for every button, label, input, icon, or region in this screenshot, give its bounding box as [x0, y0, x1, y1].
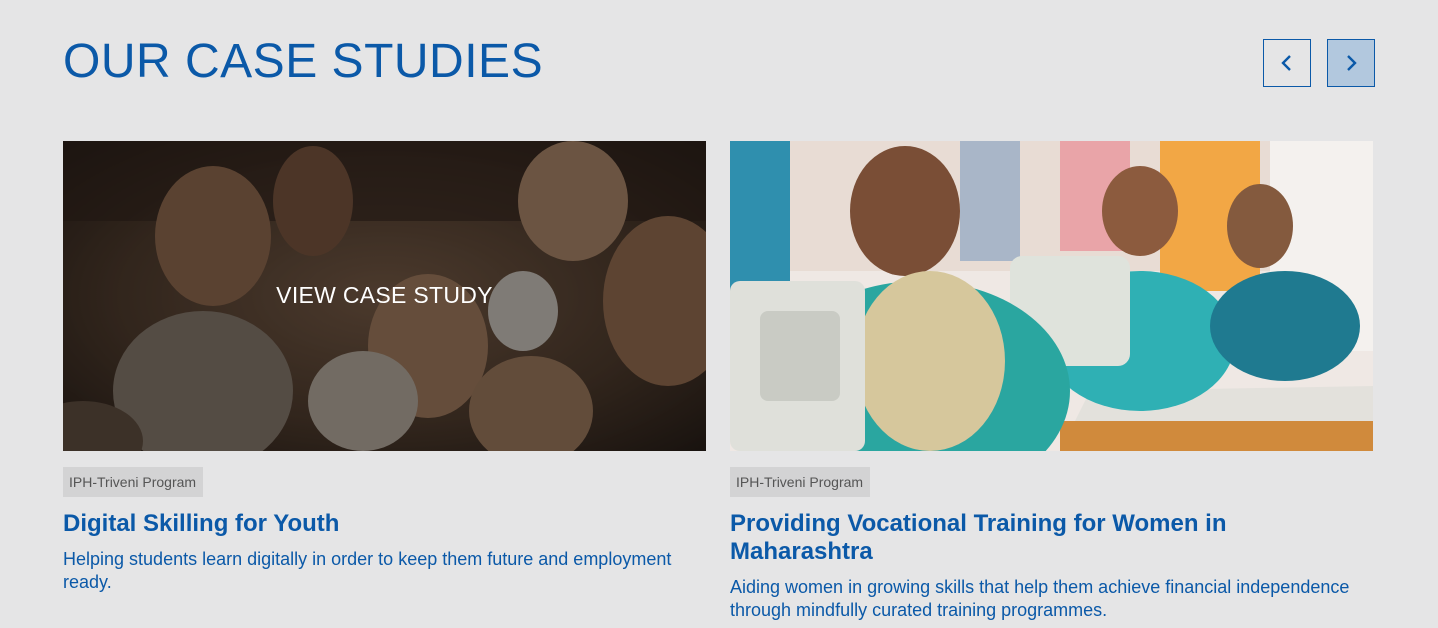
case-studies-section: OUR CASE STUDIES VIEW CASE STUDY IPH-Tri…	[0, 0, 1438, 628]
image-overlay: VIEW CASE STUDY	[63, 141, 706, 451]
case-study-description: Aiding women in growing skills that help…	[730, 577, 1350, 620]
chevron-left-icon	[1281, 55, 1291, 71]
case-study-title[interactable]: Providing Vocational Training for Women …	[730, 510, 1373, 566]
women-sewing-photo	[730, 141, 1373, 451]
carousel-next-button[interactable]	[1327, 39, 1375, 87]
view-case-study-label[interactable]: VIEW CASE STUDY	[276, 282, 493, 309]
program-tag: IPH-Triveni Program	[730, 467, 871, 497]
case-study-description: Helping students learn digitally in orde…	[63, 549, 672, 592]
case-study-image-link[interactable]	[730, 141, 1373, 451]
program-tag: IPH-Triveni Program	[63, 467, 204, 497]
case-study-card[interactable]: IPH-Triveni Program Providing Vocational…	[730, 141, 1373, 622]
section-title: OUR CASE STUDIES	[63, 35, 544, 88]
case-study-image-link[interactable]: VIEW CASE STUDY	[63, 141, 706, 451]
chevron-right-icon	[1347, 55, 1357, 71]
carousel-prev-button[interactable]	[1263, 39, 1311, 87]
case-study-title[interactable]: Digital Skilling for Youth	[63, 510, 706, 538]
case-study-card[interactable]: VIEW CASE STUDY IPH-Triveni Program Digi…	[63, 141, 706, 594]
